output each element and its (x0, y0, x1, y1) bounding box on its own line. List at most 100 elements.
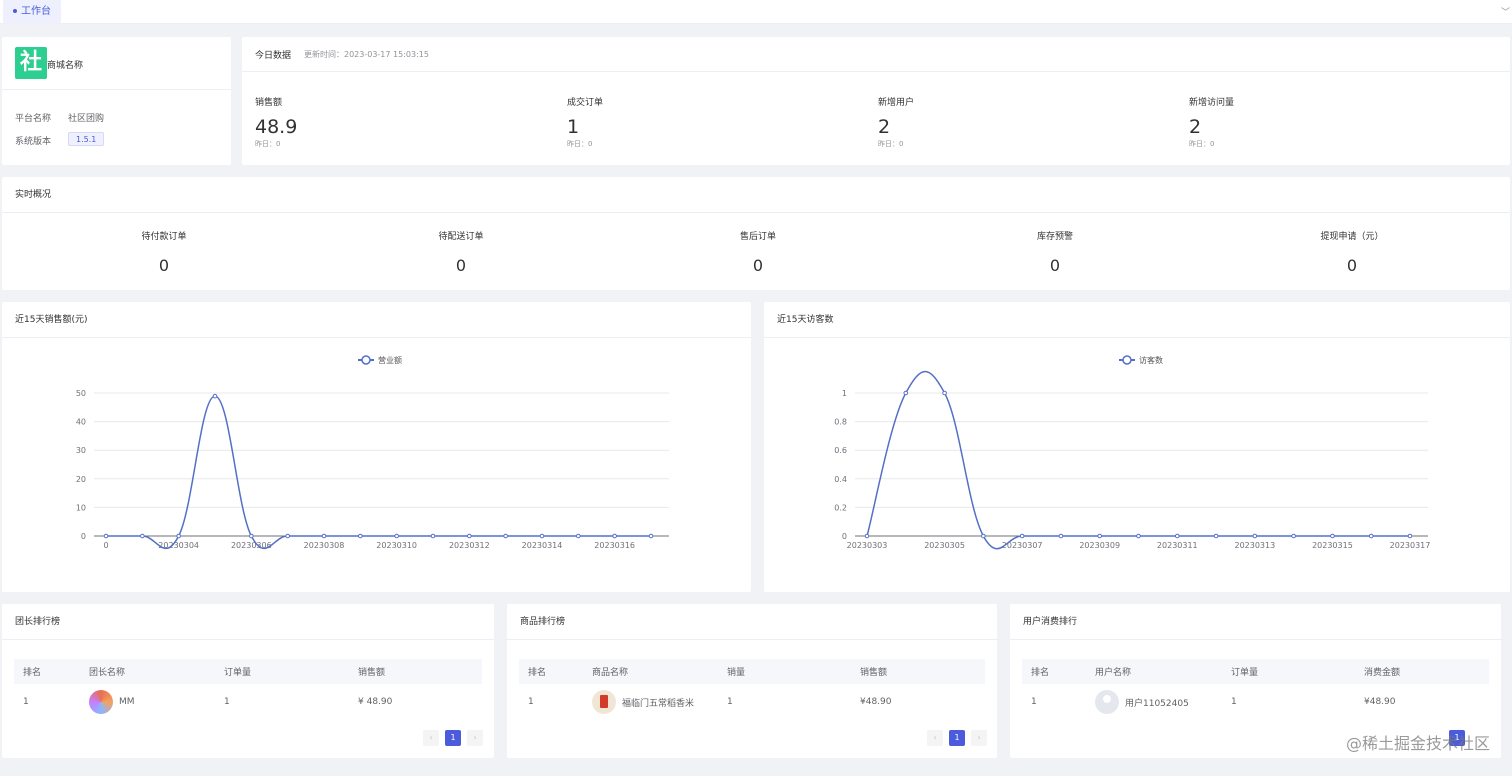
chart-title: 近15天销售额(元) (2, 302, 751, 338)
x-tick-label: 20230312 (449, 541, 490, 550)
ranking-table: 排名 商品名称 销量 销售额 1 福临门五常稻香米 1 ¥48.90 (519, 659, 985, 720)
update-time: 更新时间：2023-03-17 15:03:15 (304, 50, 429, 59)
data-point (1213, 533, 1219, 539)
x-tick-label: 20230315 (1312, 541, 1353, 550)
stat-value: 48.9 (255, 116, 298, 138)
rt-label: 待配送订单 (438, 232, 484, 242)
stat-value: 2 (1189, 116, 1202, 138)
tab-workbench[interactable]: 工作台 (3, 0, 61, 24)
data-point (1174, 533, 1180, 539)
next-page-button[interactable]: › (467, 730, 483, 746)
data-point (576, 533, 581, 539)
platform-row: 平台名称 社区团购 (15, 111, 104, 124)
cell-sales-qty: 1 (727, 697, 733, 707)
prev-page-button[interactable]: ‹ (927, 730, 943, 746)
y-tick-label: 30 (76, 446, 86, 455)
x-tick-label: 20230305 (924, 541, 965, 550)
rt-label: 提现申请（元） (1320, 232, 1384, 242)
data-point (249, 533, 254, 539)
data-point (1097, 533, 1103, 539)
stat-yesterday: 昨日：0 (255, 140, 281, 148)
legend-marker (361, 355, 371, 365)
stat-orders: 成交订单 1 昨日：0 (567, 95, 867, 149)
table-row[interactable]: 1 用户11052405 1 ¥48.90 (1022, 684, 1489, 720)
data-point (648, 533, 654, 539)
platform-label: 平台名称 (15, 114, 52, 124)
x-tick-label: 20230313 (1234, 541, 1275, 550)
platform-value: 社区团购 (68, 114, 105, 124)
data-point (1136, 533, 1141, 539)
x-tick-label: 20230309 (1079, 541, 1120, 550)
version-label: 系统版本 (15, 137, 52, 147)
data-point (321, 533, 327, 539)
table-row[interactable]: 1 MM 1 ¥ 48.90 (14, 684, 482, 720)
ranking-title: 商品排行榜 (507, 604, 997, 640)
next-page-button[interactable]: › (971, 730, 987, 746)
y-tick-label: 0.4 (834, 475, 847, 484)
tab-label: 工作台 (21, 6, 51, 17)
avatar (89, 690, 113, 714)
rt-value: 0 (752, 256, 764, 275)
cell-name: MM (89, 684, 135, 720)
col-orders: 订单量 (224, 668, 252, 678)
data-point (467, 533, 472, 539)
page-number-button[interactable]: 1 (445, 730, 461, 746)
stat-yesterday: 昨日：0 (1189, 140, 1215, 148)
tab-bar: 工作台 ﹀ (0, 0, 1512, 24)
chart-title: 近15天访客数 (764, 302, 1510, 338)
rt-value: 0 (158, 256, 170, 275)
rt-aftersale[interactable]: 售后订单 0 (658, 229, 858, 275)
cell-name: 用户11052405 (1095, 684, 1189, 720)
pagination: ‹ 1 › (927, 730, 987, 746)
y-tick-label: 0.8 (834, 418, 847, 427)
page-number-button[interactable]: 1 (949, 730, 965, 746)
rt-pending-delivery[interactable]: 待配送订单 0 (361, 229, 561, 275)
data-point (981, 533, 986, 539)
data-point (140, 533, 145, 539)
rt-label: 售后订单 (739, 232, 776, 242)
col-orders: 订单量 (1231, 668, 1259, 678)
cell-orders: 1 (224, 697, 230, 707)
rt-stock-warning[interactable]: 库存预警 0 (955, 229, 1155, 275)
x-tick-label: 20230314 (522, 541, 563, 550)
col-name: 团长名称 (89, 668, 126, 678)
y-tick-label: 0 (842, 532, 847, 541)
table-row[interactable]: 1 福临门五常稻香米 1 ¥48.90 (519, 684, 985, 720)
legend-marker (1122, 355, 1132, 365)
col-rank: 排名 (1031, 668, 1050, 678)
col-sales-qty: 销量 (727, 668, 746, 678)
data-point (1058, 533, 1064, 539)
col-name: 用户名称 (1095, 668, 1132, 678)
stat-sales: 销售额 48.9 昨日：0 (255, 95, 555, 149)
rt-pending-payment[interactable]: 待付款订单 0 (64, 229, 264, 275)
pagination: ‹ 1 › (423, 730, 483, 746)
leader-ranking-card: 团长排行榜 排名 团长名称 订单量 销售额 1 MM 1 ¥ 48.90 ‹ 1… (2, 604, 494, 758)
stat-label: 销售额 (255, 98, 283, 108)
cell-orders: 1 (1231, 697, 1237, 707)
data-point (103, 533, 109, 539)
realtime-title: 实时概况 (2, 177, 1510, 213)
y-tick-label: 40 (76, 418, 86, 427)
data-point (942, 390, 947, 396)
shop-info-card: 社 商城名称 平台名称 社区团购 系统版本 1.5.1 (2, 37, 231, 165)
x-tick-label: 20230310 (376, 541, 417, 550)
data-point (212, 393, 218, 399)
data-point (430, 533, 436, 539)
stat-value: 2 (878, 116, 891, 138)
prev-page-button[interactable]: ‹ (423, 730, 439, 746)
chevron-down-icon[interactable]: ﹀ (1501, 5, 1510, 18)
rt-value: 0 (1049, 256, 1061, 275)
data-point (394, 533, 399, 539)
stat-label: 新增访问量 (1189, 98, 1235, 108)
stat-new-users: 新增用户 2 昨日：0 (878, 95, 1178, 149)
cell-rank: 1 (528, 697, 534, 707)
stat-yesterday: 昨日：0 (567, 140, 593, 148)
series-line (866, 371, 1410, 550)
y-tick-label: 10 (76, 503, 86, 512)
rt-withdraw[interactable]: 提现申请（元） 0 (1252, 229, 1452, 275)
shop-logo: 社 (15, 47, 47, 79)
today-data-card: 今日数据 更新时间：2023-03-17 15:03:15 销售额 48.9 昨… (242, 37, 1510, 165)
legend-label: 营业额 (378, 355, 402, 365)
stat-yesterday: 昨日：0 (878, 140, 904, 148)
ranking-title: 用户消费排行 (1010, 604, 1501, 640)
